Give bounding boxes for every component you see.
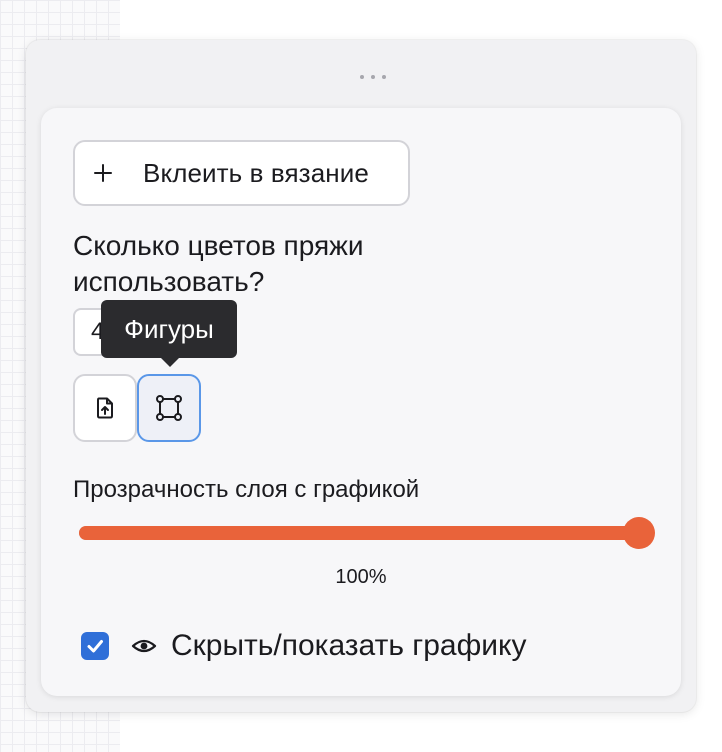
upload-file-button[interactable] (73, 374, 137, 442)
embed-button-label: Вклеить в вязание (143, 157, 369, 188)
yarn-colors-question: Сколько цветов пряжи использовать? (73, 230, 364, 297)
graphics-visibility-row: Скрыть/показать графику (81, 628, 527, 664)
slider-fill (79, 526, 639, 540)
file-upload-icon (97, 397, 113, 419)
graphics-settings-card: Вклеить в вязание Сколько цветов пряжи и… (41, 108, 681, 696)
graphics-visibility-checkbox[interactable] (81, 632, 109, 660)
drag-handle-icon[interactable] (360, 72, 386, 82)
slider-thumb[interactable] (623, 517, 655, 549)
shapes-tool-button[interactable] (137, 374, 201, 442)
layer-opacity-value: 100% (335, 566, 387, 588)
eye-icon (131, 633, 157, 659)
checkmark-icon (87, 640, 103, 653)
layer-opacity-label: Прозрачность слоя с графикой (73, 476, 420, 503)
graphics-visibility-label[interactable]: Скрыть/показать графику (171, 629, 527, 663)
shapes-tooltip: Фигуры (101, 300, 237, 367)
plus-icon (93, 163, 113, 183)
embed-into-knitting-button[interactable]: Вклеить в вязание (73, 140, 410, 206)
shape-frame-icon (156, 395, 182, 421)
layer-opacity-slider[interactable] (79, 517, 655, 549)
